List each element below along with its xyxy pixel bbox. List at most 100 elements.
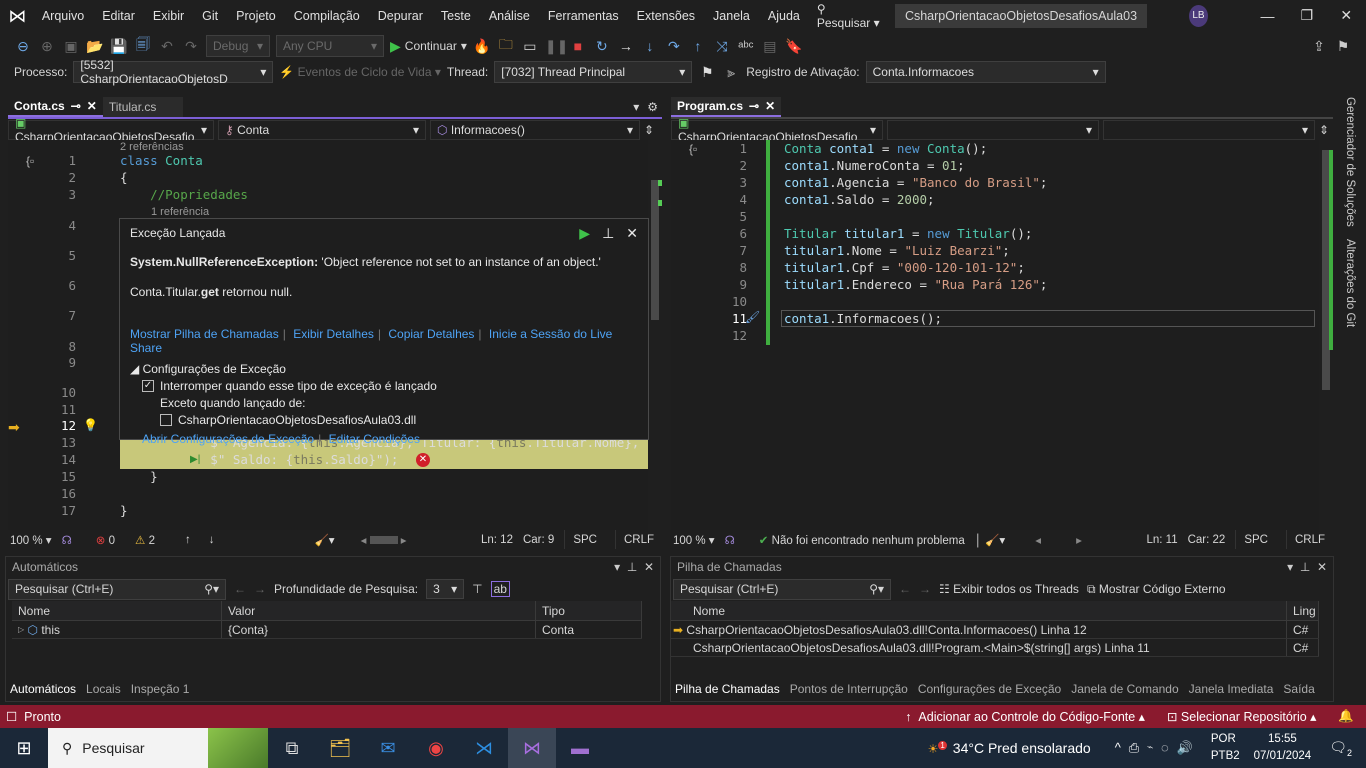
split-icon[interactable]: ⇕ <box>1319 123 1329 137</box>
codelens-references[interactable]: 2 referências <box>120 141 184 153</box>
menu-teste[interactable]: Teste <box>432 9 480 23</box>
column-header-name[interactable]: Nome <box>12 601 222 620</box>
codelens-references[interactable]: 1 referência <box>151 206 209 218</box>
tab-immediate-window[interactable]: Janela Imediata <box>1189 682 1274 696</box>
show-next-statement-icon[interactable]: → <box>617 38 635 54</box>
flag-icon[interactable]: ⚑ <box>698 64 716 81</box>
new-project-icon[interactable]: ▣ <box>62 38 80 55</box>
menu-projeto[interactable]: Projeto <box>227 9 285 23</box>
close-tab-icon[interactable]: ✕ <box>765 99 775 113</box>
tab-list-icon[interactable]: ▾ <box>633 100 639 114</box>
save-icon[interactable]: 💾 <box>110 38 128 55</box>
menu-compilacao[interactable]: Compilação <box>285 9 369 23</box>
pin-icon[interactable]: ⊥ <box>602 225 614 242</box>
copy-details-link[interactable]: Copiar Detalhes <box>388 327 474 341</box>
health-status[interactable]: ✔ Não foi encontrado nenhum problema <box>759 533 965 547</box>
maximize-icon[interactable]: ❐ <box>1287 7 1326 24</box>
continue-icon[interactable]: ▶ <box>579 225 590 242</box>
settings-icon[interactable]: ⚙ <box>647 100 658 114</box>
horizontal-scrollbar[interactable]: ◂ ▸ <box>361 533 407 547</box>
global-search[interactable]: ⚲ Pesquisar ▾ <box>817 2 881 30</box>
visual-studio-icon[interactable]: ⋈ <box>508 728 556 768</box>
keyboard-language[interactable]: POR PTB2 <box>1211 731 1240 765</box>
code-cleanup-icon[interactable]: │ 🧹▾ <box>975 533 1005 547</box>
tab-conta-cs[interactable]: Conta.cs ⊸ ✕ <box>8 97 103 117</box>
next-issue-icon[interactable]: ↓ <box>209 534 215 546</box>
errors-count[interactable]: ⊗ 0 <box>96 533 115 547</box>
platform-select[interactable]: Any CPU ▾ <box>276 35 384 57</box>
line-endings[interactable]: CRLF <box>1285 530 1333 549</box>
call-stack-frame[interactable]: ➡ CsharpOrientacaoObjetosDesafiosAula03.… <box>671 621 1319 639</box>
menu-extensoes[interactable]: Extensões <box>628 9 704 23</box>
close-icon[interactable]: ✕ <box>1317 560 1327 574</box>
tab-locals[interactable]: Locais <box>86 682 121 696</box>
project-select[interactable]: ▣ CsharpOrientacaoObjetosDesafio ▾ <box>671 116 883 144</box>
close-icon[interactable]: ✕ <box>644 560 654 574</box>
git-changes-tab[interactable]: Alterações do Git <box>1344 239 1356 327</box>
open-folder-icon[interactable]: 📂 <box>86 38 104 55</box>
lifecycle-events[interactable]: ⚡ Eventos de Ciclo de Vida ▾ <box>279 65 441 79</box>
comment-icon[interactable]: ▤ <box>761 38 779 55</box>
search-forward-icon[interactable]: → <box>254 582 266 596</box>
code-cleanup-icon[interactable]: 🧹▾ <box>314 533 334 547</box>
pin-icon[interactable]: ⊥ <box>627 560 637 574</box>
close-tab-icon[interactable]: ✕ <box>87 99 97 113</box>
stack-frame-select[interactable]: Conta.Informacoes ▾ <box>865 61 1106 83</box>
module-checkbox[interactable]: CsharpOrientacaoObjetosDesafiosAula03.dl… <box>160 413 638 427</box>
show-external-code-button[interactable]: ⧉ Mostrar Código Externo <box>1087 582 1226 597</box>
pin-icon[interactable]: ⊸ <box>749 99 759 113</box>
expand-icon[interactable]: ▷ <box>18 625 24 634</box>
pause-icon[interactable]: ❚❚ <box>545 38 568 55</box>
autos-search-input[interactable]: Pesquisar (Ctrl+E) ⚲▾ <box>8 578 226 600</box>
search-back-icon[interactable]: ← <box>899 582 911 596</box>
project-select[interactable]: ▣ CsharpOrientacaoObjetosDesafio ▾ <box>8 116 214 144</box>
notifications-bell-icon[interactable]: 🔔 <box>1338 709 1354 724</box>
clock[interactable]: 15:55 07/01/2024 <box>1254 731 1312 765</box>
line-endings[interactable]: CRLF <box>614 530 662 549</box>
bookmark-icon[interactable]: 🔖 <box>785 38 803 55</box>
menu-exibir[interactable]: Exibir <box>144 9 193 23</box>
tab-program-cs[interactable]: Program.cs ⊸ ✕ <box>671 97 782 117</box>
type-select[interactable]: ▾ <box>887 120 1099 140</box>
chrome-icon[interactable]: ◉ <box>412 728 460 768</box>
menu-depurar[interactable]: Depurar <box>369 9 432 23</box>
search-depth-select[interactable]: 3 ▾ <box>426 579 465 599</box>
split-icon[interactable]: ⇕ <box>644 123 654 137</box>
column-header-name[interactable]: Nome <box>671 601 1287 620</box>
zoom-select[interactable]: 100 % ▾ <box>10 533 52 547</box>
whitespace-mode[interactable]: SPC <box>564 530 605 549</box>
windows-start-icon[interactable]: ⊞ <box>0 728 48 768</box>
menu-arquivo[interactable]: Arquivo <box>33 9 93 23</box>
right-code-editor[interactable]: {▫ 🖌 1 2 3 4 5 6 7 8 9 10 11 12 Conta conta1 = new C… <box>671 140 1333 530</box>
menu-janela[interactable]: Janela <box>704 9 759 23</box>
column-header-value[interactable]: Valor <box>222 601 536 620</box>
type-select[interactable]: ⚷ Conta ▾ <box>218 120 426 140</box>
find-in-files-icon[interactable]: 🗀 <box>497 34 515 58</box>
tab-exception-settings[interactable]: Configurações de Exceção <box>918 682 1061 696</box>
undo-icon[interactable]: ↶ <box>158 38 176 55</box>
step-over-icon[interactable]: ↷ <box>665 38 683 55</box>
edit-conditions-link[interactable]: Editar Condições <box>329 432 420 446</box>
redo-icon[interactable]: ↷ <box>182 38 200 55</box>
spell-check-icon[interactable]: ᵃᵇᶜ <box>737 38 755 54</box>
continue-button[interactable]: ▶ Continuar ▾ <box>390 38 467 55</box>
autos-row[interactable]: ▷ ⬡ this {Conta} Conta <box>12 621 642 639</box>
select-repository-button[interactable]: ⊡ Selecionar Repositório ▴ <box>1167 709 1316 724</box>
avatar[interactable]: LB <box>1189 4 1208 27</box>
taskbar-search[interactable]: ⚲ Pesquisar <box>48 728 268 768</box>
member-select[interactable]: ⬡ Informacoes() ▾ <box>430 120 640 140</box>
live-share-icon[interactable]: ⇪ <box>1310 38 1328 55</box>
vertical-scrollbar[interactable] <box>1319 140 1333 530</box>
menu-analise[interactable]: Análise <box>480 9 539 23</box>
tab-titular-cs[interactable]: Titular.cs <box>102 97 183 117</box>
search-forward-icon[interactable]: → <box>919 582 931 596</box>
zoom-select[interactable]: 100 % ▾ <box>673 533 715 547</box>
previous-issue-icon[interactable]: ↑ <box>185 534 191 546</box>
search-back-icon[interactable]: ← <box>234 582 246 596</box>
member-select[interactable]: ▾ <box>1103 120 1315 140</box>
tab-breakpoints[interactable]: Pontos de Interrupção <box>790 682 908 696</box>
save-all-icon[interactable]: 🗐 <box>134 34 152 58</box>
feedback-icon[interactable]: ⚑ <box>1334 38 1352 55</box>
dropdown-icon[interactable]: ▾ <box>614 560 620 574</box>
tab-call-stack[interactable]: Pilha de Chamadas <box>675 682 780 696</box>
